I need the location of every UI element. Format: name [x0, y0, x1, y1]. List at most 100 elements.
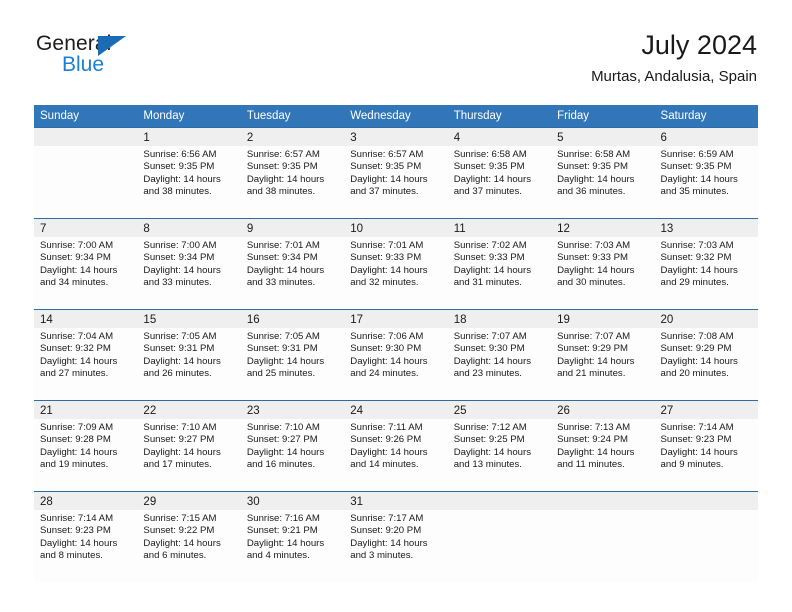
logo-text-blue: Blue — [62, 53, 105, 76]
day-detail: Sunrise: 7:03 AM Sunset: 9:33 PM Daylight:… — [551, 237, 654, 309]
sunrise-text: Sunrise: 7:09 AM — [40, 422, 114, 433]
day-cell: 11 — [448, 219, 551, 237]
day-cell — [34, 128, 137, 146]
daylight-text-line1: Daylight: 14 hours — [246, 355, 325, 367]
weekday-header-row: Sunday Monday Tuesday Wednesday Thursday… — [34, 105, 758, 127]
day-detail — [448, 510, 551, 582]
day-cell: 10 — [344, 219, 447, 237]
day-number: 3 — [350, 132, 357, 144]
day-number: 30 — [246, 496, 260, 508]
day-cell: 25 — [448, 401, 551, 419]
sunset-text: Sunset: 9:29 PM — [660, 343, 732, 355]
daylight-text-line1: Daylight: 14 hours — [350, 355, 428, 367]
day-number: 17 — [350, 314, 364, 326]
day-number: 13 — [660, 223, 674, 235]
day-number: 15 — [143, 314, 157, 326]
day-number: 22 — [143, 405, 157, 417]
day-detail: Sunrise: 7:08 AM Sunset: 9:29 PM Daylight:… — [655, 328, 758, 400]
day-cell: 30 — [241, 492, 344, 510]
sunset-text: Sunset: 9:34 PM — [40, 252, 111, 264]
day-cell: 4 — [448, 128, 551, 146]
day-number: 2 — [246, 132, 254, 144]
daylight-text-line1: Daylight: 14 hours — [143, 446, 221, 458]
sunrise-text: Sunrise: 7:03 AM — [557, 240, 631, 251]
daylight-text-line1: Daylight: 14 hours — [453, 446, 532, 458]
day-cell: 16 — [241, 310, 344, 328]
day-detail: Sunrise: 7:05 AM Sunset: 9:31 PM Daylight:… — [137, 328, 240, 400]
sunrise-text: Sunrise: 7:00 AM — [143, 240, 217, 251]
weekday-header-monday: Monday — [143, 110, 185, 122]
daylight-text-line1: Daylight: 14 hours — [246, 264, 325, 276]
sunrise-text: Sunrise: 7:16 AM — [246, 513, 320, 524]
sunrise-text: Sunrise: 7:00 AM — [40, 240, 114, 251]
weekday-header-wednesday: Wednesday — [350, 110, 411, 122]
day-cell: 20 — [655, 310, 758, 328]
sunset-text: Sunset: 9:20 PM — [350, 525, 422, 537]
daylight-text-line1: Daylight: 14 hours — [557, 355, 635, 367]
day-number: 25 — [453, 405, 467, 417]
sunrise-text: Sunrise: 7:15 AM — [143, 513, 217, 524]
sunset-text: Sunset: 9:26 PM — [350, 434, 422, 446]
day-detail: Sunrise: 7:07 AM Sunset: 9:30 PM Daylight:… — [448, 328, 551, 400]
weekday-header-sunday: Sunday — [40, 110, 80, 122]
daylight-text-line2: and 33 minutes. — [143, 277, 212, 289]
day-cell: 28 — [34, 492, 137, 510]
day-number: 9 — [246, 223, 254, 235]
daylight-text-line1: Daylight: 14 hours — [453, 173, 532, 185]
day-detail: Sunrise: 7:11 AM Sunset: 9:26 PM Daylight:… — [344, 419, 447, 491]
day-detail — [655, 510, 758, 582]
day-number: 1 — [143, 132, 150, 144]
day-cell: 15 — [137, 310, 240, 328]
day-cell: 2 — [241, 128, 344, 146]
daylight-text-line2: and 20 minutes. — [660, 368, 729, 380]
day-number: 18 — [453, 314, 467, 326]
daylight-text-line1: Daylight: 14 hours — [40, 537, 118, 549]
day-detail: Sunrise: 7:00 AM Sunset: 9:34 PM Daylight:… — [137, 237, 240, 309]
daylight-text-line1: Daylight: 14 hours — [660, 264, 738, 276]
day-number: 26 — [557, 405, 570, 417]
page-subtitle-location: Murtas, Andalusia, Spain — [591, 68, 757, 86]
day-number: 24 — [350, 405, 364, 417]
daylight-text-line2: and 38 minutes. — [143, 186, 212, 198]
daylight-text-line2: and 23 minutes. — [453, 368, 522, 380]
day-detail: Sunrise: 7:02 AM Sunset: 9:33 PM Daylight:… — [448, 237, 551, 309]
sunset-text: Sunset: 9:33 PM — [557, 252, 629, 264]
day-detail: Sunrise: 7:04 AM Sunset: 9:32 PM Daylight:… — [34, 328, 137, 400]
weekday-header-tuesday: Tuesday — [246, 110, 291, 122]
day-cell: 23 — [241, 401, 344, 419]
daylight-text-line1: Daylight: 14 hours — [453, 264, 532, 276]
sunrise-text: Sunrise: 7:05 AM — [143, 331, 217, 342]
week-date-band: 28 29 30 31 — [34, 492, 758, 510]
day-cell: 27 — [655, 401, 758, 419]
day-number: 6 — [660, 132, 667, 144]
day-detail: Sunrise: 6:56 AM Sunset: 9:35 PM Daylight:… — [137, 146, 240, 218]
daylight-text-line2: and 35 minutes. — [660, 186, 729, 198]
daylight-text-line2: and 13 minutes. — [453, 459, 522, 471]
daylight-text-line2: and 9 minutes. — [660, 459, 724, 471]
sunrise-text: Sunrise: 6:57 AM — [350, 149, 424, 160]
daylight-text-line2: and 38 minutes. — [246, 186, 316, 198]
sunset-text: Sunset: 9:33 PM — [350, 252, 422, 264]
sunrise-text: Sunrise: 7:10 AM — [143, 422, 217, 433]
daylight-text-line1: Daylight: 14 hours — [350, 173, 428, 185]
day-detail: Sunrise: 7:15 AM Sunset: 9:22 PM Daylight:… — [137, 510, 240, 582]
sunrise-text: Sunrise: 7:10 AM — [246, 422, 320, 433]
day-detail: Sunrise: 7:10 AM Sunset: 9:27 PM Daylight:… — [137, 419, 240, 491]
week-detail-band: Sunrise: 7:14 AM Sunset: 9:23 PM Daylight:… — [34, 510, 758, 582]
sunrise-text: Sunrise: 7:14 AM — [660, 422, 734, 433]
daylight-text-line1: Daylight: 14 hours — [350, 537, 428, 549]
sunrise-text: Sunrise: 6:58 AM — [453, 149, 527, 160]
day-cell: 5 — [551, 128, 654, 146]
generalblue-logo[interactable]: General Blue — [36, 33, 156, 81]
sunrise-text: Sunrise: 7:06 AM — [350, 331, 424, 342]
day-detail: Sunrise: 6:59 AM Sunset: 9:35 PM Daylight:… — [655, 146, 758, 218]
day-number: 31 — [350, 496, 364, 508]
day-detail: Sunrise: 7:12 AM Sunset: 9:25 PM Daylight:… — [448, 419, 551, 491]
day-detail: Sunrise: 7:01 AM Sunset: 9:33 PM Daylight:… — [344, 237, 447, 309]
calendar-week-row: 14 15 16 17 18 19 20 Sunrise: 7:04 AM Sun… — [34, 309, 758, 400]
day-cell: 24 — [344, 401, 447, 419]
week-date-band: 14 15 16 17 18 19 20 — [34, 310, 758, 328]
week-date-band: 1 2 3 4 5 6 — [34, 128, 758, 146]
daylight-text-line1: Daylight: 14 hours — [246, 537, 325, 549]
daylight-text-line2: and 37 minutes. — [350, 186, 419, 198]
